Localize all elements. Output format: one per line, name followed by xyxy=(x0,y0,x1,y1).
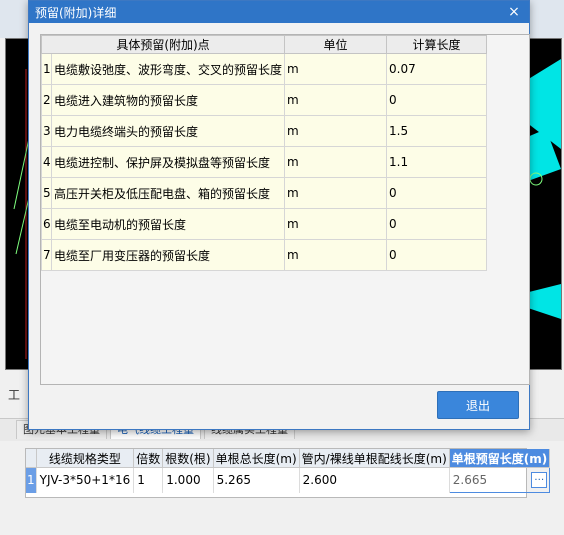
cell-unit[interactable]: m xyxy=(284,239,388,271)
table-row[interactable]: 3 电力电缆终端头的预留长度 m 1.5 xyxy=(41,115,488,147)
cell-unit[interactable]: m xyxy=(284,146,388,178)
grid-header-multiple[interactable]: 倍数 xyxy=(133,449,164,468)
row-index: 5 xyxy=(41,177,52,209)
row-index: 2 xyxy=(41,84,52,116)
row-number[interactable]: 1 xyxy=(26,467,37,493)
grid-header-row: 线缆规格类型 倍数 根数(根) 单根总长度(m) 管内/裸线单根配线长度(m) … xyxy=(26,449,551,468)
cell-point[interactable]: 电缆进控制、保护屏及模拟盘等预留长度 xyxy=(50,146,286,178)
cell-unit[interactable]: m xyxy=(284,177,388,209)
table-row[interactable]: 1 YJV-3*50+1*16 1 1.000 5.265 2.600 2.66… xyxy=(26,467,551,493)
row-index: 1 xyxy=(41,53,52,85)
grid-header-count[interactable]: 根数(根) xyxy=(162,449,214,468)
reserve-table-frame: 具体预留(附加)点 单位 计算长度 1 电缆敷设弛度、波形弯度、交叉的预留长度 … xyxy=(40,34,530,385)
cell-unit[interactable]: m xyxy=(284,84,388,116)
cell-unit[interactable]: m xyxy=(284,53,388,85)
cell-length[interactable]: 0 xyxy=(386,84,488,116)
cell-point[interactable]: 电缆敷设弛度、波形弯度、交叉的预留长度 xyxy=(50,53,286,85)
dialog-title: 预留(附加)详细 xyxy=(35,5,117,20)
cell-unit[interactable]: m xyxy=(284,115,388,147)
ellipsis-button[interactable]: … xyxy=(531,472,548,488)
grid-header-conduit[interactable]: 管内/裸线单根配线长度(m) xyxy=(299,449,450,468)
quantity-grid: 线缆规格类型 倍数 根数(根) 单根总长度(m) 管内/裸线单根配线长度(m) … xyxy=(25,448,551,498)
cell-length[interactable]: 0 xyxy=(386,239,488,271)
cell-multiple[interactable]: 1 xyxy=(133,467,164,493)
reserve-table-header: 具体预留(附加)点 单位 计算长度 xyxy=(40,35,488,54)
table-row[interactable]: 4 电缆进控制、保护屏及模拟盘等预留长度 m 1.1 xyxy=(41,146,488,178)
cell-length[interactable]: 0 xyxy=(386,177,488,209)
cell-point[interactable]: 电力电缆终端头的预留长度 xyxy=(50,115,286,147)
side-tab[interactable]: 工 xyxy=(8,386,28,410)
cell-length[interactable]: 0.07 xyxy=(386,53,488,85)
grid-corner xyxy=(26,449,37,468)
cell-count[interactable]: 1.000 xyxy=(162,467,214,493)
table-row[interactable]: 7 电缆至厂用变压器的预留长度 m 0 xyxy=(41,239,488,271)
cell-point[interactable]: 电缆至厂用变压器的预留长度 xyxy=(50,239,286,271)
table-row[interactable]: 1 电缆敷设弛度、波形弯度、交叉的预留长度 m 0.07 xyxy=(41,53,488,85)
close-icon[interactable]: × xyxy=(505,3,523,21)
grid-header-total[interactable]: 单根总长度(m) xyxy=(213,449,300,468)
cell-point[interactable]: 高压开关柜及低压配电盘、箱的预留长度 xyxy=(50,177,286,209)
grid-header-type[interactable]: 线缆规格类型 xyxy=(36,449,135,468)
row-index: 4 xyxy=(41,146,52,178)
cell-length[interactable]: 1.1 xyxy=(386,146,488,178)
cell-point[interactable]: 电缆进入建筑物的预留长度 xyxy=(50,84,286,116)
cell-reserve-value: 2.665 xyxy=(452,473,488,487)
cell-length[interactable]: 1.5 xyxy=(386,115,488,147)
reserve-detail-dialog: 预留(附加)详细 × 具体预留(附加)点 单位 计算长度 1 电缆敷设弛度、波形… xyxy=(28,0,530,430)
reserve-table: 具体预留(附加)点 单位 计算长度 1 电缆敷设弛度、波形弯度、交叉的预留长度 … xyxy=(40,35,488,271)
cell-unit[interactable]: m xyxy=(284,208,388,240)
exit-button[interactable]: 退出 xyxy=(437,391,519,419)
cell-conduit[interactable]: 2.600 xyxy=(299,467,450,493)
row-index: 6 xyxy=(41,208,52,240)
cell-length[interactable]: 0 xyxy=(386,208,488,240)
dialog-titlebar[interactable]: 预留(附加)详细 × xyxy=(29,1,529,23)
table-row[interactable]: 5 高压开关柜及低压配电盘、箱的预留长度 m 0 xyxy=(41,177,488,209)
cell-point[interactable]: 电缆至电动机的预留长度 xyxy=(50,208,286,240)
table-row[interactable]: 6 电缆至电动机的预留长度 m 0 xyxy=(41,208,488,240)
cell-total[interactable]: 5.265 xyxy=(213,467,300,493)
cell-reserve[interactable]: 2.665 … xyxy=(448,467,551,493)
grid-header-reserve[interactable]: 单根预留长度(m) xyxy=(449,449,551,468)
header-unit: 单位 xyxy=(284,35,388,54)
table-row[interactable]: 2 电缆进入建筑物的预留长度 m 0 xyxy=(41,84,488,116)
row-index: 3 xyxy=(41,115,52,147)
header-length: 计算长度 xyxy=(386,35,488,54)
row-index: 7 xyxy=(41,239,52,271)
header-point: 具体预留(附加)点 xyxy=(40,35,286,54)
cell-type[interactable]: YJV-3*50+1*16 xyxy=(36,467,135,493)
